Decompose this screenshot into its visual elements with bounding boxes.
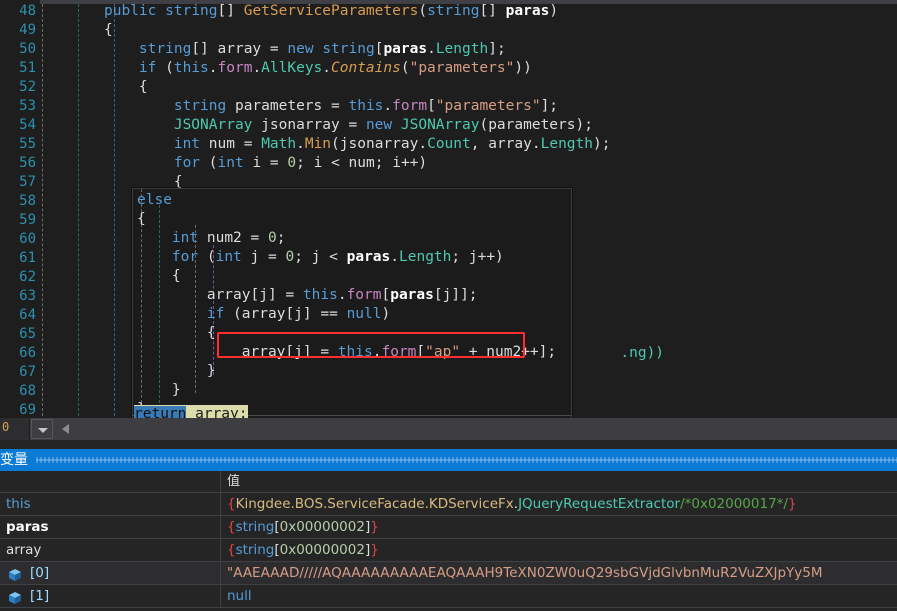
overlay-code-line[interactable]: if (array[j] == null) (137, 305, 390, 324)
code-line[interactable]: { (104, 78, 148, 97)
code-line[interactable]: string[] array = new string[paras.Length… (104, 40, 506, 59)
table-row[interactable]: this {Kingdee.BOS.ServiceFacade.KDService… (0, 493, 897, 516)
scroll-combo[interactable]: 0 (0, 418, 30, 440)
column-divider[interactable] (220, 585, 221, 608)
code-line[interactable]: public string[] GetServiceParameters(str… (104, 2, 558, 21)
variable-value: {string[0x00000002]} (227, 519, 379, 535)
variables-title-label: 变量 (0, 452, 28, 468)
variable-name: [0] (30, 565, 50, 581)
code-line[interactable]: string parameters = this.form["parameter… (104, 97, 558, 116)
overlay-code-line[interactable]: { (137, 324, 216, 343)
chevron-down-icon[interactable] (31, 419, 53, 439)
code-line[interactable]: { (104, 21, 113, 40)
variable-value: {string[0x00000002]} (227, 542, 379, 558)
table-row[interactable]: [0] "AAEAAAD/////AQAAAAAAAAAEAQAAAH9TeXN0… (0, 562, 897, 585)
variable-name: array (6, 542, 42, 558)
overlay-code-line[interactable]: array[j] = this.form["ap" + num2++]; (137, 343, 556, 362)
table-row[interactable]: [1] null (0, 585, 897, 608)
visual-studio-debug-window: 48 49 50 51 52 53 54 55 56 57 58 59 60 61 62 63 64 65 66 67… (0, 0, 897, 611)
variable-value: {Kingdee.BOS.ServiceFacade.KDServiceFx.J… (227, 496, 797, 512)
scroll-combo-value: 0 (2, 420, 10, 434)
variable-value: "AAEAAAD/////AQAAAAAAAAAEAQAAAH9TeXN0ZW0… (227, 565, 823, 581)
code-line[interactable]: for (int i = 0; i < num; i++) (104, 154, 427, 173)
table-row[interactable]: paras {string[0x00000002]} (0, 516, 897, 539)
title-bar-texture (36, 457, 897, 463)
overlay-code-line[interactable]: else (137, 191, 172, 210)
overlay-code-line[interactable]: array[j] = this.form[paras[j]]; (137, 286, 478, 305)
code-editor[interactable]: 48 49 50 51 52 53 54 55 56 57 58 59 60 61 62 63 64 65 66 67… (0, 0, 897, 440)
overlay-code-layer: else{ int num2 = 0; for (int j = 0; j < … (133, 189, 571, 430)
cube-icon (8, 590, 22, 604)
fragment-text: .ng)) (620, 345, 665, 361)
overlay-code-line[interactable]: { (137, 210, 146, 229)
column-divider[interactable] (220, 493, 221, 516)
cube-icon (8, 567, 22, 581)
code-line[interactable]: int num = Math.Min(jsonarray.Count, arra… (104, 135, 611, 154)
overlay-code-line[interactable]: int num2 = 0; (137, 229, 286, 248)
overlay-code-line[interactable]: } (137, 381, 181, 400)
overlay-code-line[interactable]: { (137, 267, 181, 286)
code-line[interactable]: JSONArray jsonarray = new JSONArray(para… (104, 116, 593, 135)
variables-column-header: 值 (0, 471, 897, 493)
variable-name: this (6, 496, 31, 512)
editor-horizontal-scrollbar[interactable]: 0 (0, 418, 897, 440)
variables-title-bar[interactable]: 变量 (0, 449, 897, 471)
variable-value: null (227, 588, 252, 604)
scroll-left-arrow-icon[interactable] (57, 418, 77, 440)
variables-panel: 变量 值 this {Kingdee.BOS.ServiceFacade.KDSe… (0, 440, 897, 611)
column-header-name (0, 471, 220, 493)
variable-name: [1] (30, 588, 50, 604)
column-divider[interactable] (220, 516, 221, 539)
column-divider[interactable] (220, 539, 221, 562)
table-row[interactable]: array {string[0x00000002]} (0, 539, 897, 562)
scrollbar-track[interactable] (77, 418, 897, 440)
column-header-value: 值 (227, 474, 241, 489)
floating-code-overlay[interactable]: else{ int num2 = 0; for (int j = 0; j < … (132, 188, 572, 431)
code-fragment-right: .ng)) (568, 325, 664, 361)
code-line[interactable]: if (this.form.AllKeys.Contains("paramete… (104, 59, 532, 78)
variable-name: paras (6, 519, 49, 535)
overlay-code-line[interactable]: } (137, 362, 216, 381)
overlay-code-line[interactable]: for (int j = 0; j < paras.Length; j++) (137, 248, 504, 267)
column-divider[interactable] (220, 562, 221, 585)
